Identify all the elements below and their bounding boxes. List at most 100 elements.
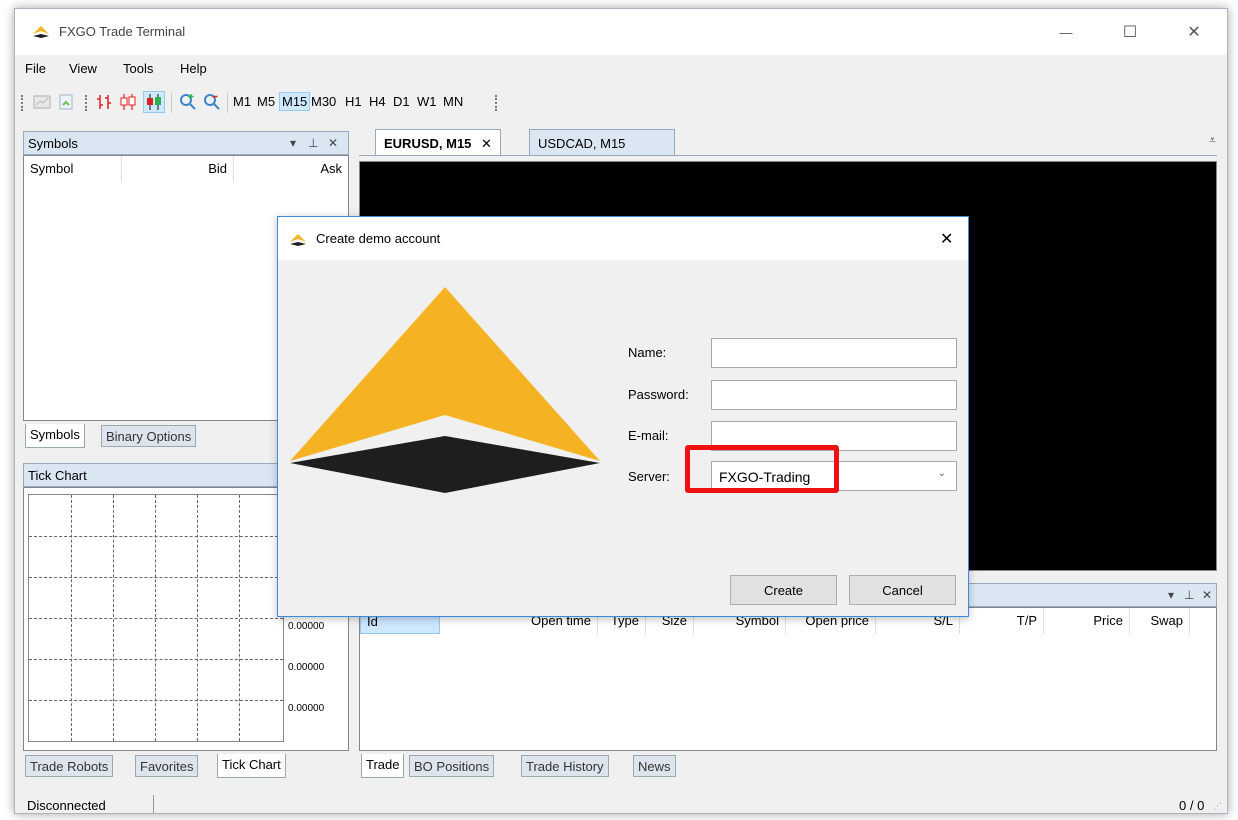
symbols-panel-title: Symbols <box>28 136 78 151</box>
candlestick-icon[interactable] <box>117 91 139 113</box>
doc-tab-usdcad[interactable]: USDCAD, M15 <box>529 129 675 155</box>
grid-line <box>155 495 156 741</box>
toolbar-grip-3 <box>495 95 497 111</box>
minimize-button[interactable]: — <box>1043 17 1089 47</box>
grid-line <box>29 618 283 619</box>
panel-pin-icon[interactable]: ⊥ <box>1184 588 1194 602</box>
column-header-swap[interactable]: Swap <box>1130 608 1190 634</box>
window-title: FXGO Trade Terminal <box>59 24 186 39</box>
toolbar-separator-2 <box>227 93 228 113</box>
maximize-icon: ☐ <box>1122 24 1138 41</box>
bar-chart-icon[interactable] <box>93 91 115 113</box>
tabs-overflow-icon[interactable]: ⩡ <box>1209 133 1216 148</box>
tick-value: 0.00000 <box>288 621 325 632</box>
doc-tab-eurusd[interactable]: EURUSD, M15 ✕ <box>375 129 501 155</box>
grid-line <box>29 700 283 701</box>
panel-close-icon[interactable]: ✕ <box>328 136 338 150</box>
grid-line <box>29 536 283 537</box>
cancel-button[interactable]: Cancel <box>849 575 956 605</box>
template-icon[interactable] <box>55 91 77 113</box>
tab-tick-chart[interactable]: Tick Chart <box>217 754 286 778</box>
doc-tab-close-icon[interactable]: ✕ <box>481 136 492 151</box>
create-button[interactable]: Create <box>730 575 837 605</box>
doc-tab-divider <box>359 155 1217 156</box>
new-chart-icon[interactable] <box>31 91 53 113</box>
toolbar-grip <box>21 95 23 111</box>
minimize-icon: — <box>1059 24 1073 40</box>
timeframe-m15[interactable]: M15 <box>279 92 311 111</box>
tab-binary-options[interactable]: Binary Options <box>101 425 197 447</box>
column-header-tp[interactable]: T/P <box>960 608 1044 634</box>
server-highlight-box <box>685 445 839 493</box>
tab-trade-history[interactable]: Trade History <box>521 755 609 777</box>
tick-value: 0.00000 <box>288 662 325 673</box>
grid-line <box>29 659 283 660</box>
server-label: Server: <box>628 469 670 484</box>
tab-favorites[interactable]: Favorites <box>135 755 199 777</box>
trade-tabs: Trade BO Positions Trade History News <box>359 754 1217 779</box>
tab-symbols[interactable]: Symbols <box>25 424 85 448</box>
toolbar-grip-2 <box>85 95 87 111</box>
close-button[interactable]: ✕ <box>1171 17 1217 47</box>
grid-line <box>113 495 114 741</box>
column-header-symbol[interactable]: Symbol <box>24 156 122 182</box>
panel-dropdown-icon[interactable]: ▾ <box>1168 588 1174 602</box>
grid-line <box>239 495 240 741</box>
toolbar: M1 M5 M15 M30 H1 H4 D1 W1 MN <box>15 85 1227 115</box>
password-field[interactable] <box>711 380 957 410</box>
timeframe-h4[interactable]: H4 <box>367 94 388 109</box>
menu-view[interactable]: View <box>69 61 97 76</box>
doc-tab-label: EURUSD, M15 <box>384 136 472 151</box>
close-icon: ✕ <box>1187 24 1201 41</box>
tab-trade[interactable]: Trade <box>361 754 405 778</box>
trade-table: Id Open time Type Size Symbol Open price… <box>359 607 1217 751</box>
timeframe-w1[interactable]: W1 <box>415 94 439 109</box>
menu-help[interactable]: Help <box>180 61 207 76</box>
maximize-button[interactable]: ☐ <box>1107 17 1153 47</box>
menu-file[interactable]: File <box>25 61 46 76</box>
chevron-down-icon: ⌄ <box>937 468 946 479</box>
timeframe-mn[interactable]: MN <box>441 94 465 109</box>
timeframe-m1[interactable]: M1 <box>231 94 253 109</box>
tab-news[interactable]: News <box>633 755 676 777</box>
column-header-ask[interactable]: Ask <box>234 156 348 182</box>
menu-tools[interactable]: Tools <box>123 61 153 76</box>
panel-close-icon[interactable]: ✕ <box>1202 588 1212 602</box>
timeframe-m30[interactable]: M30 <box>309 94 338 109</box>
name-label: Name: <box>628 345 667 360</box>
tick-chart-panel-title: Tick Chart <box>28 468 87 483</box>
brand-logo-icon <box>290 287 600 493</box>
dialog-close-icon[interactable]: ✕ <box>940 229 953 249</box>
email-label: E-mail: <box>628 428 669 443</box>
name-field[interactable] <box>711 338 957 368</box>
create-demo-account-dialog: Create demo account ✕ Name: Password: E-… <box>277 216 969 617</box>
tab-trade-robots[interactable]: Trade Robots <box>25 755 114 777</box>
connection-status: Disconnected <box>27 798 106 813</box>
column-header-price[interactable]: Price <box>1044 608 1130 634</box>
app-logo-icon <box>290 234 306 246</box>
symbols-panel-header: Symbols ▾ ⊥ ✕ <box>23 131 349 155</box>
dialog-title-bar: Create demo account ✕ <box>278 217 968 260</box>
resize-grip-icon[interactable]: ⋰ <box>1213 801 1222 812</box>
zoom-in-icon[interactable] <box>177 91 199 113</box>
dialog-title: Create demo account <box>316 231 441 246</box>
panel-dropdown-icon[interactable]: ▾ <box>290 136 296 150</box>
grid-line <box>197 495 198 741</box>
toolbar-separator <box>171 93 172 113</box>
timeframe-d1[interactable]: D1 <box>391 94 412 109</box>
column-header-bid[interactable]: Bid <box>122 156 234 182</box>
zoom-out-icon[interactable] <box>201 91 223 113</box>
panel-pin-icon[interactable]: ⊥ <box>308 136 318 150</box>
tick-chart-plot <box>28 494 284 742</box>
tab-bo-positions[interactable]: BO Positions <box>409 755 495 777</box>
timeframe-m5[interactable]: M5 <box>255 94 277 109</box>
grid-line <box>71 495 72 741</box>
app-logo-icon <box>33 26 49 38</box>
timeframe-h1[interactable]: H1 <box>343 94 364 109</box>
tick-chart-tabs: Trade Robots Favorites Tick Chart <box>23 754 349 779</box>
doc-tab-label: USDCAD, M15 <box>538 136 626 151</box>
candlestick-colored-icon[interactable] <box>143 91 165 113</box>
status-bar: Disconnected 0 / 0 ⋰ <box>15 793 1227 813</box>
menu-bar: File View Tools Help <box>15 55 1227 83</box>
status-counter: 0 / 0 <box>1179 798 1205 813</box>
